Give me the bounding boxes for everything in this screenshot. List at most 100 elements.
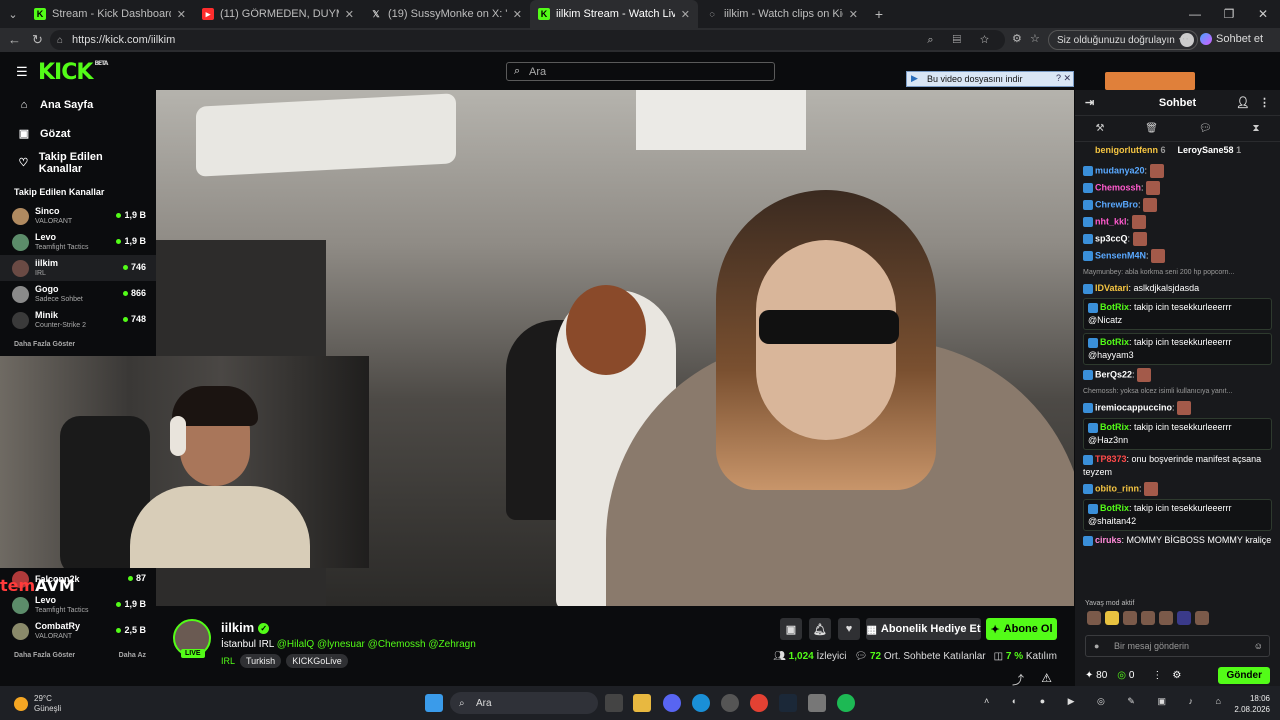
emote[interactable] (1195, 611, 1209, 625)
stream-mentions[interactable]: @HilalQ @lynesuar @Chemossh @Zehragn (277, 639, 476, 650)
emote[interactable] (1146, 181, 1161, 195)
gift-sub-button[interactable]: ▦ Abonelik Hediye Et (866, 618, 981, 640)
close-window-icon[interactable]: ✕ (1246, 0, 1280, 28)
close-icon[interactable]: ✕ (513, 8, 522, 21)
chat-username[interactable]: BotRix (1100, 337, 1129, 347)
category-link[interactable]: IRL (221, 656, 235, 666)
settings-icon[interactable]: ⚙ (1172, 670, 1181, 681)
send-button[interactable]: Gönder (1218, 667, 1270, 684)
nav-home[interactable]: ⌂ Ana Sayfa (0, 90, 156, 119)
clock[interactable]: 18:06 2.08.2026 (1234, 693, 1270, 715)
nav-following[interactable]: ♡ Takip Edilen Kanallar (0, 148, 156, 177)
notification-button[interactable]: 🔔︎ (809, 618, 831, 640)
favorites-icon[interactable]: ☆ (1030, 32, 1040, 45)
emote[interactable] (1087, 611, 1101, 625)
chat-username[interactable]: sp3ccQ (1095, 233, 1128, 243)
top-gifter[interactable]: benigorlutfenn 6 (1095, 145, 1166, 155)
followed-channel[interactable]: iilkim IRL 746 (0, 255, 156, 281)
streamer-name[interactable]: iilkim ✓ (221, 620, 270, 635)
close-icon[interactable]: ✕ (345, 8, 354, 21)
top-gifter[interactable]: LeroySane58 1 (1178, 145, 1242, 155)
back-icon[interactable]: ← (8, 32, 21, 47)
show-less-button[interactable]: Daha Az (119, 652, 146, 659)
close-icon[interactable]: ✕ (681, 8, 690, 21)
chat-username[interactable]: SensenM4N (1095, 250, 1146, 260)
reply-preview[interactable]: Maymunbey: abla korkma seni 200 hp popco… (1083, 266, 1272, 279)
emote[interactable] (1177, 401, 1192, 415)
emote[interactable] (1159, 611, 1173, 625)
maximize-icon[interactable]: ❐ (1212, 0, 1246, 28)
hourglass-icon[interactable]: ⧗ (1252, 123, 1259, 134)
task-view-icon[interactable] (605, 694, 623, 712)
url-field[interactable]: ⌂ https://kick.com/iilkim ⌕ ▤ ☆ (50, 30, 1005, 50)
emote[interactable] (1141, 611, 1155, 625)
chat-input[interactable]: ● Bir mesaj gönderin ☺ (1085, 635, 1270, 657)
followed-channel[interactable]: Minik Counter-Strike 2 748 (0, 307, 156, 333)
tab-list-button[interactable]: ⌄ (0, 0, 26, 28)
chat-username[interactable]: mudanya20 (1095, 165, 1145, 175)
chat-username[interactable]: obito_rinn (1095, 483, 1139, 493)
users-icon[interactable]: 👤︎ (1236, 96, 1250, 109)
tab-youtube[interactable]: ▸ (11) GÖRMEDEN, DUYMADAN VE ✕ (194, 0, 362, 28)
chat-menu-icon[interactable]: ⋮ (1259, 96, 1270, 109)
weather-widget[interactable]: 29°C Güneşli (14, 694, 61, 714)
chrome-icon[interactable] (750, 694, 768, 712)
edge-icon[interactable] (692, 694, 710, 712)
trash-icon[interactable]: 🗑︎ (1145, 123, 1158, 134)
taskbar-search[interactable]: ⌕ Ara (450, 692, 598, 714)
emote[interactable] (1177, 611, 1191, 625)
minimize-icon[interactable]: — (1178, 0, 1212, 28)
tab-iilkim-clips[interactable]: ◌ iilkim - Watch clips on Kick ✕ (698, 0, 866, 28)
tab-iilkim-stream[interactable]: K iilkim Stream - Watch Live on Kick ✕ (530, 0, 698, 28)
tag-chip[interactable]: KICKGoLive (286, 654, 348, 668)
nav-browse[interactable]: ▣ Gözat (0, 119, 156, 148)
address-actions-icons[interactable]: ⌕ ▤ ☆ (927, 34, 997, 47)
recommended-channel[interactable]: CombatRy VALORANT 2,5 B (0, 618, 156, 644)
hamburger-menu-icon[interactable]: ☰ (16, 64, 28, 80)
chat-bubble-icon[interactable]: 💬︎ (1199, 123, 1212, 134)
close-icon[interactable]: ✕ (849, 8, 858, 21)
chat-username[interactable]: BotRix (1100, 422, 1129, 432)
follow-button[interactable]: ♥ (838, 618, 860, 640)
reply-preview[interactable]: Chemossh: yoksa olcez isimli kullanıcıya… (1083, 385, 1272, 398)
new-tab-button[interactable]: + (866, 0, 892, 28)
help-button[interactable]: ? (1056, 73, 1061, 83)
chat-username[interactable]: nht_kkl (1095, 216, 1127, 226)
start-icon[interactable] (425, 694, 443, 712)
steam-icon[interactable] (779, 694, 797, 712)
subscribe-button[interactable]: ✦ Abone Ol (986, 618, 1057, 640)
tab-x[interactable]: 𝕏 (19) SussyMonke on X: "STEAM YI ✕ (362, 0, 530, 28)
emote[interactable] (1123, 611, 1137, 625)
emote[interactable] (1137, 368, 1152, 382)
kick-logo[interactable]: KICK BETA (38, 60, 108, 85)
emote[interactable] (1105, 611, 1119, 625)
search-input[interactable]: ⌕ Ara (506, 62, 775, 81)
system-tray-icons[interactable]: ˄ ◐ ● ▶ ◎ ✎ ▣ ♪ ⌂ (984, 696, 1231, 707)
chat-username[interactable]: IDVatari (1095, 283, 1129, 293)
chat-username[interactable]: Chemossh (1095, 182, 1141, 192)
emoji-icon[interactable]: ☺ (1254, 641, 1263, 651)
collapse-chat-icon[interactable]: ⇥ (1085, 96, 1094, 109)
show-more-button[interactable]: Daha Fazla Göster (14, 652, 75, 659)
chat-username[interactable]: ChrewBro (1095, 199, 1138, 209)
more-options-icon[interactable]: ⋮ (1152, 670, 1162, 681)
show-more-button[interactable]: Daha Fazla Göster (0, 333, 156, 356)
emote[interactable] (1131, 215, 1146, 229)
chat-username[interactable]: BerQs22 (1095, 369, 1132, 379)
copilot-chat-button[interactable]: Sohbet et (1200, 33, 1263, 46)
chat-username[interactable]: ciruks (1095, 535, 1122, 545)
chat-username[interactable]: iremiocappuccino (1095, 402, 1172, 412)
report-icon[interactable]: ⚠ (1041, 671, 1052, 685)
video-download-bar[interactable]: ▶ Bu video dosyasını indir ? ✕ (906, 71, 1074, 87)
chat-username[interactable]: BotRix (1100, 503, 1129, 513)
emote[interactable] (1151, 249, 1166, 263)
emote[interactable] (1149, 164, 1164, 178)
followed-channel[interactable]: Levo Teamfight Tactics 1,9 B (0, 229, 156, 255)
verify-identity-button[interactable]: Siz olduğunuzu doğrulayın (1048, 30, 1198, 50)
spotify-icon[interactable] (837, 694, 855, 712)
close-icon[interactable]: ✕ (177, 8, 186, 21)
hammer-icon[interactable]: ⚒ (1095, 123, 1104, 134)
chat-username[interactable]: TP8373 (1095, 454, 1127, 464)
emote[interactable] (1144, 482, 1159, 496)
chat-username[interactable]: BotRix (1100, 302, 1129, 312)
